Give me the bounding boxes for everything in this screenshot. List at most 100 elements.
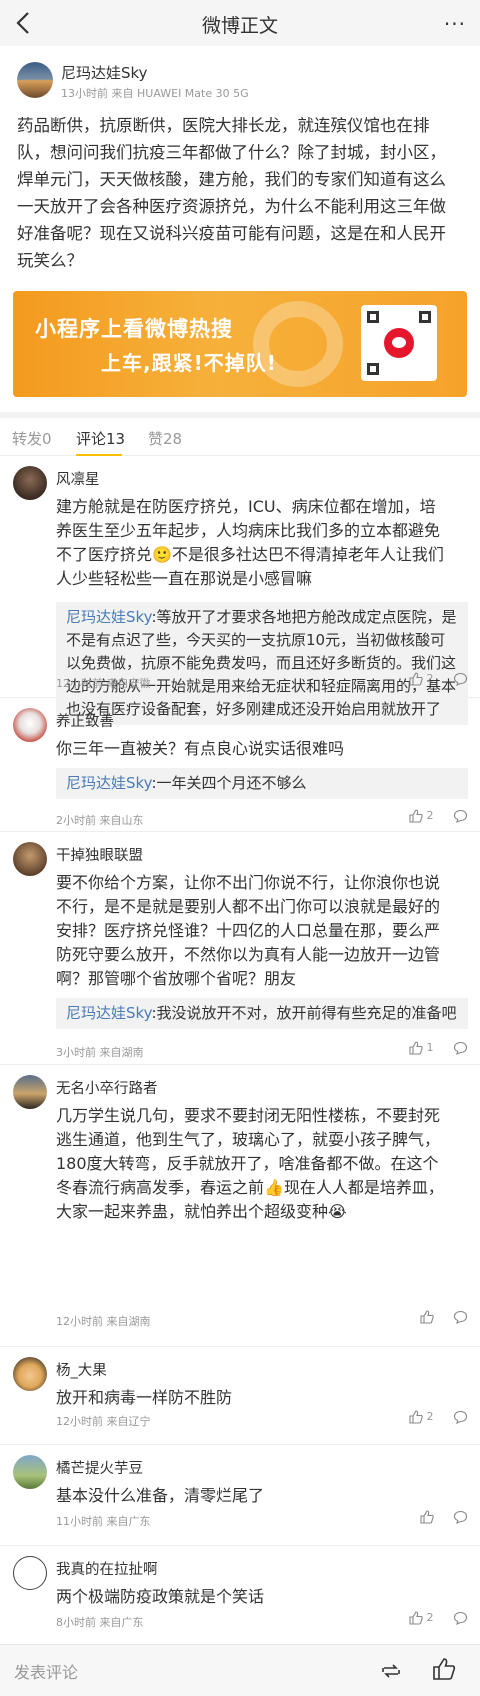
qr-code-icon [361, 305, 437, 381]
comment-item: 干掉独眼联盟 要不你给个方案，让你不出门你说不行，让你浪你也说 不行，是不是就是… [0, 832, 480, 1065]
reply-text-line: 不是有点迟了些，今天买的一支抗原10元，当初做核酸可 [66, 631, 446, 649]
reply-text-line: :等放开了才要求各地把方舱改成定点医院，是 [151, 608, 457, 626]
comment-text-line: 啊？那管哪个省放哪个省呢？朋友 [56, 969, 297, 988]
hot-search-banner[interactable]: 小程序上看微博热搜 上车,跟紧!不掉队! [13, 291, 467, 397]
comment-bubble-icon[interactable] [453, 1611, 468, 1625]
commenter-name[interactable]: 养正致善 [56, 710, 114, 731]
comment-item: 杨_大果 放开和病毒一样防不胜防 12小时前 来自辽宁 2 [0, 1347, 480, 1445]
commenter-name[interactable]: 无名小卒行路者 [56, 1077, 158, 1098]
comment-bubble-icon[interactable] [453, 1310, 468, 1324]
banner-headline: 小程序上看微博热搜 [35, 317, 233, 341]
comment-meta: 3小时前 来自湖南 [56, 1046, 144, 1059]
post-text-line: 焊单元门，天天做核酸，建方舱，我们的专家们知道有这么 [17, 170, 446, 189]
bottom-action-bar: 发表评论 [0, 1644, 480, 1696]
tab-repost[interactable]: 转发0 [12, 428, 52, 449]
avatar[interactable] [13, 1075, 47, 1109]
comment-bubble-icon[interactable] [453, 809, 468, 823]
avatar[interactable] [13, 1357, 47, 1391]
commenter-name[interactable]: 橘芒提火芋豆 [56, 1457, 143, 1478]
top-nav-bar: 微博正文 ··· [0, 0, 480, 46]
comment-meta: 11小时前 来自广东 [56, 1515, 151, 1528]
tab-comments[interactable]: 评论13 [76, 428, 125, 449]
comment-bubble-icon[interactable] [453, 672, 468, 686]
like-button[interactable]: 2 [409, 672, 434, 686]
avatar[interactable] [13, 1455, 47, 1489]
post-text-line: 一天放开了会各种医疗资源挤兑，为什么不能利用这三年做 [17, 197, 446, 216]
comment-text-line: 养医生至少五年起步，人均病床比我们多的立本都避免 [56, 521, 441, 540]
comment-text: 建方舱就是在防医疗挤兑，ICU、病床位都在增加，培 养医生至少五年起步，人均病床… [56, 495, 468, 591]
repost-icon[interactable] [380, 1661, 402, 1685]
comment-text-line: 不行，是不是就是要别人都不出门你可以浪就是最好的 [56, 897, 441, 916]
comment-actions: 2 [409, 672, 468, 686]
comment-meta: 2小时前 来自山东 [56, 814, 144, 827]
comment-actions [419, 1510, 469, 1524]
reply-author[interactable]: 尼玛达娃Sky [66, 1004, 151, 1022]
comment-text: 两个极端防疫政策就是个笑话 [56, 1585, 468, 1609]
like-count: 2 [426, 672, 434, 685]
thumbs-up-icon [419, 1310, 434, 1324]
comment-meta: 12小时前 来自湖南 [56, 1315, 151, 1328]
post-tabs: 转发0 评论13 赞28 [0, 418, 480, 456]
comment-text: 要不你给个方案，让你不出门你说不行，让你浪你也说 不行，是不是就是要别人都不出门… [56, 871, 468, 991]
comment-text-line: 冬春流行病高发季，春运之前👍现在人人都是培养皿， [56, 1178, 444, 1197]
comment-meta: 12小时前 来自辽宁 [56, 1415, 151, 1428]
thumbs-up-icon [409, 1041, 423, 1055]
post-text-line: 队，想问问我们抗疫三年都做了什么？除了封城，封小区， [17, 143, 446, 162]
comment-text: 放开和病毒一样防不胜防 [56, 1386, 468, 1410]
avatar[interactable] [13, 1556, 47, 1590]
comment-text: 你三年一直被关？有点良心说实话很难吗 [56, 737, 468, 761]
like-button[interactable]: 2 [409, 1611, 434, 1625]
thumbs-up-icon [409, 1611, 423, 1625]
reply-text-line: :我没说放开不对，放开前得有些充足的准备吧 [151, 1004, 457, 1022]
weibo-logo-icon [384, 328, 414, 358]
reply-box[interactable]: 尼玛达娃Sky:我没说放开不对，放开前得有些充足的准备吧 [56, 998, 468, 1029]
comment-item: 我真的在拉扯啊 两个极端防疫政策就是个笑话 8小时前 来自广东 2 [0, 1546, 480, 1644]
thumbs-up-icon[interactable] [432, 1657, 456, 1685]
like-count: 2 [426, 1611, 434, 1624]
comment-text-line: 两个极端防疫政策就是个笑话 [56, 1587, 265, 1606]
reply-author[interactable]: 尼玛达娃Sky [66, 774, 151, 792]
comment-text-line: 建方舱就是在防医疗挤兑，ICU、病床位都在增加，培 [56, 497, 436, 516]
commenter-name[interactable]: 风凛星 [56, 468, 100, 489]
reply-author[interactable]: 尼玛达娃Sky [66, 608, 151, 626]
like-count: 2 [426, 1410, 434, 1423]
reply-text-line: 以免费做，抗原不能免费发吗，而且还好多断货的。我们这 [66, 654, 457, 672]
commenter-name[interactable]: 干掉独眼联盟 [56, 844, 143, 865]
like-button[interactable]: 2 [409, 1410, 434, 1424]
like-button[interactable]: 2 [409, 809, 434, 823]
tab-likes[interactable]: 赞28 [148, 428, 182, 449]
comment-meta: 8小时前 来自广东 [56, 1616, 144, 1629]
comment-text-line: 不了医疗挤兑🙂不是很多社达巴不得清掉老年人让我们 [56, 545, 444, 564]
like-button[interactable] [419, 1310, 434, 1324]
avatar[interactable] [13, 842, 47, 876]
author-name[interactable]: 尼玛达娃Sky [61, 62, 148, 83]
comment-bubble-icon[interactable] [453, 1410, 468, 1424]
commenter-name[interactable]: 杨_大果 [56, 1359, 107, 1380]
comment-item: 橘芒提火芋豆 基本没什么准备，清零烂尾了 11小时前 来自广东 [0, 1445, 480, 1546]
comment-text-line: 防死守要么放开，不然你以为真有人能一边放开一边管 [56, 945, 441, 964]
comment-text: 几万学生说几句，要求不要封闭无阳性楼栋，不要封死 逃生通道，他到生气了，玻璃心了… [56, 1104, 468, 1224]
comment-actions: 2 [409, 809, 468, 823]
comment-text-line: 人少些轻松些一直在那说是小感冒嘛 [56, 569, 313, 588]
reply-text-line: :一年关四个月还不够么 [151, 774, 307, 792]
comment-meta: 12小时前 来自安徽 [56, 677, 151, 690]
reply-box[interactable]: 尼玛达娃Sky:一年关四个月还不够么 [56, 768, 468, 799]
avatar[interactable] [17, 62, 53, 98]
comment-input[interactable]: 发表评论 [14, 1659, 78, 1683]
commenter-name[interactable]: 我真的在拉扯啊 [56, 1558, 158, 1579]
like-count: 2 [426, 809, 434, 822]
like-count: 1 [426, 1041, 434, 1054]
thumbs-up-icon [409, 809, 423, 823]
avatar[interactable] [13, 466, 47, 500]
comment-text-line: 你三年一直被关？有点良心说实话很难吗 [56, 739, 345, 758]
like-button[interactable] [419, 1510, 434, 1524]
like-button[interactable]: 1 [409, 1041, 434, 1055]
comment-bubble-icon[interactable] [453, 1041, 468, 1055]
comment-text-line: 大家一起来养蛊，就怕养出个超级变种😭 [56, 1202, 347, 1221]
more-options-icon[interactable]: ··· [444, 12, 466, 36]
comment-bubble-icon[interactable] [453, 1510, 468, 1524]
avatar[interactable] [13, 708, 47, 742]
thumbs-up-icon [409, 1410, 423, 1424]
thumbs-up-icon [409, 672, 423, 686]
post-text-line: 好准备呢？现在又说科兴疫苗可能有问题，这是在和人民开 [17, 224, 446, 243]
